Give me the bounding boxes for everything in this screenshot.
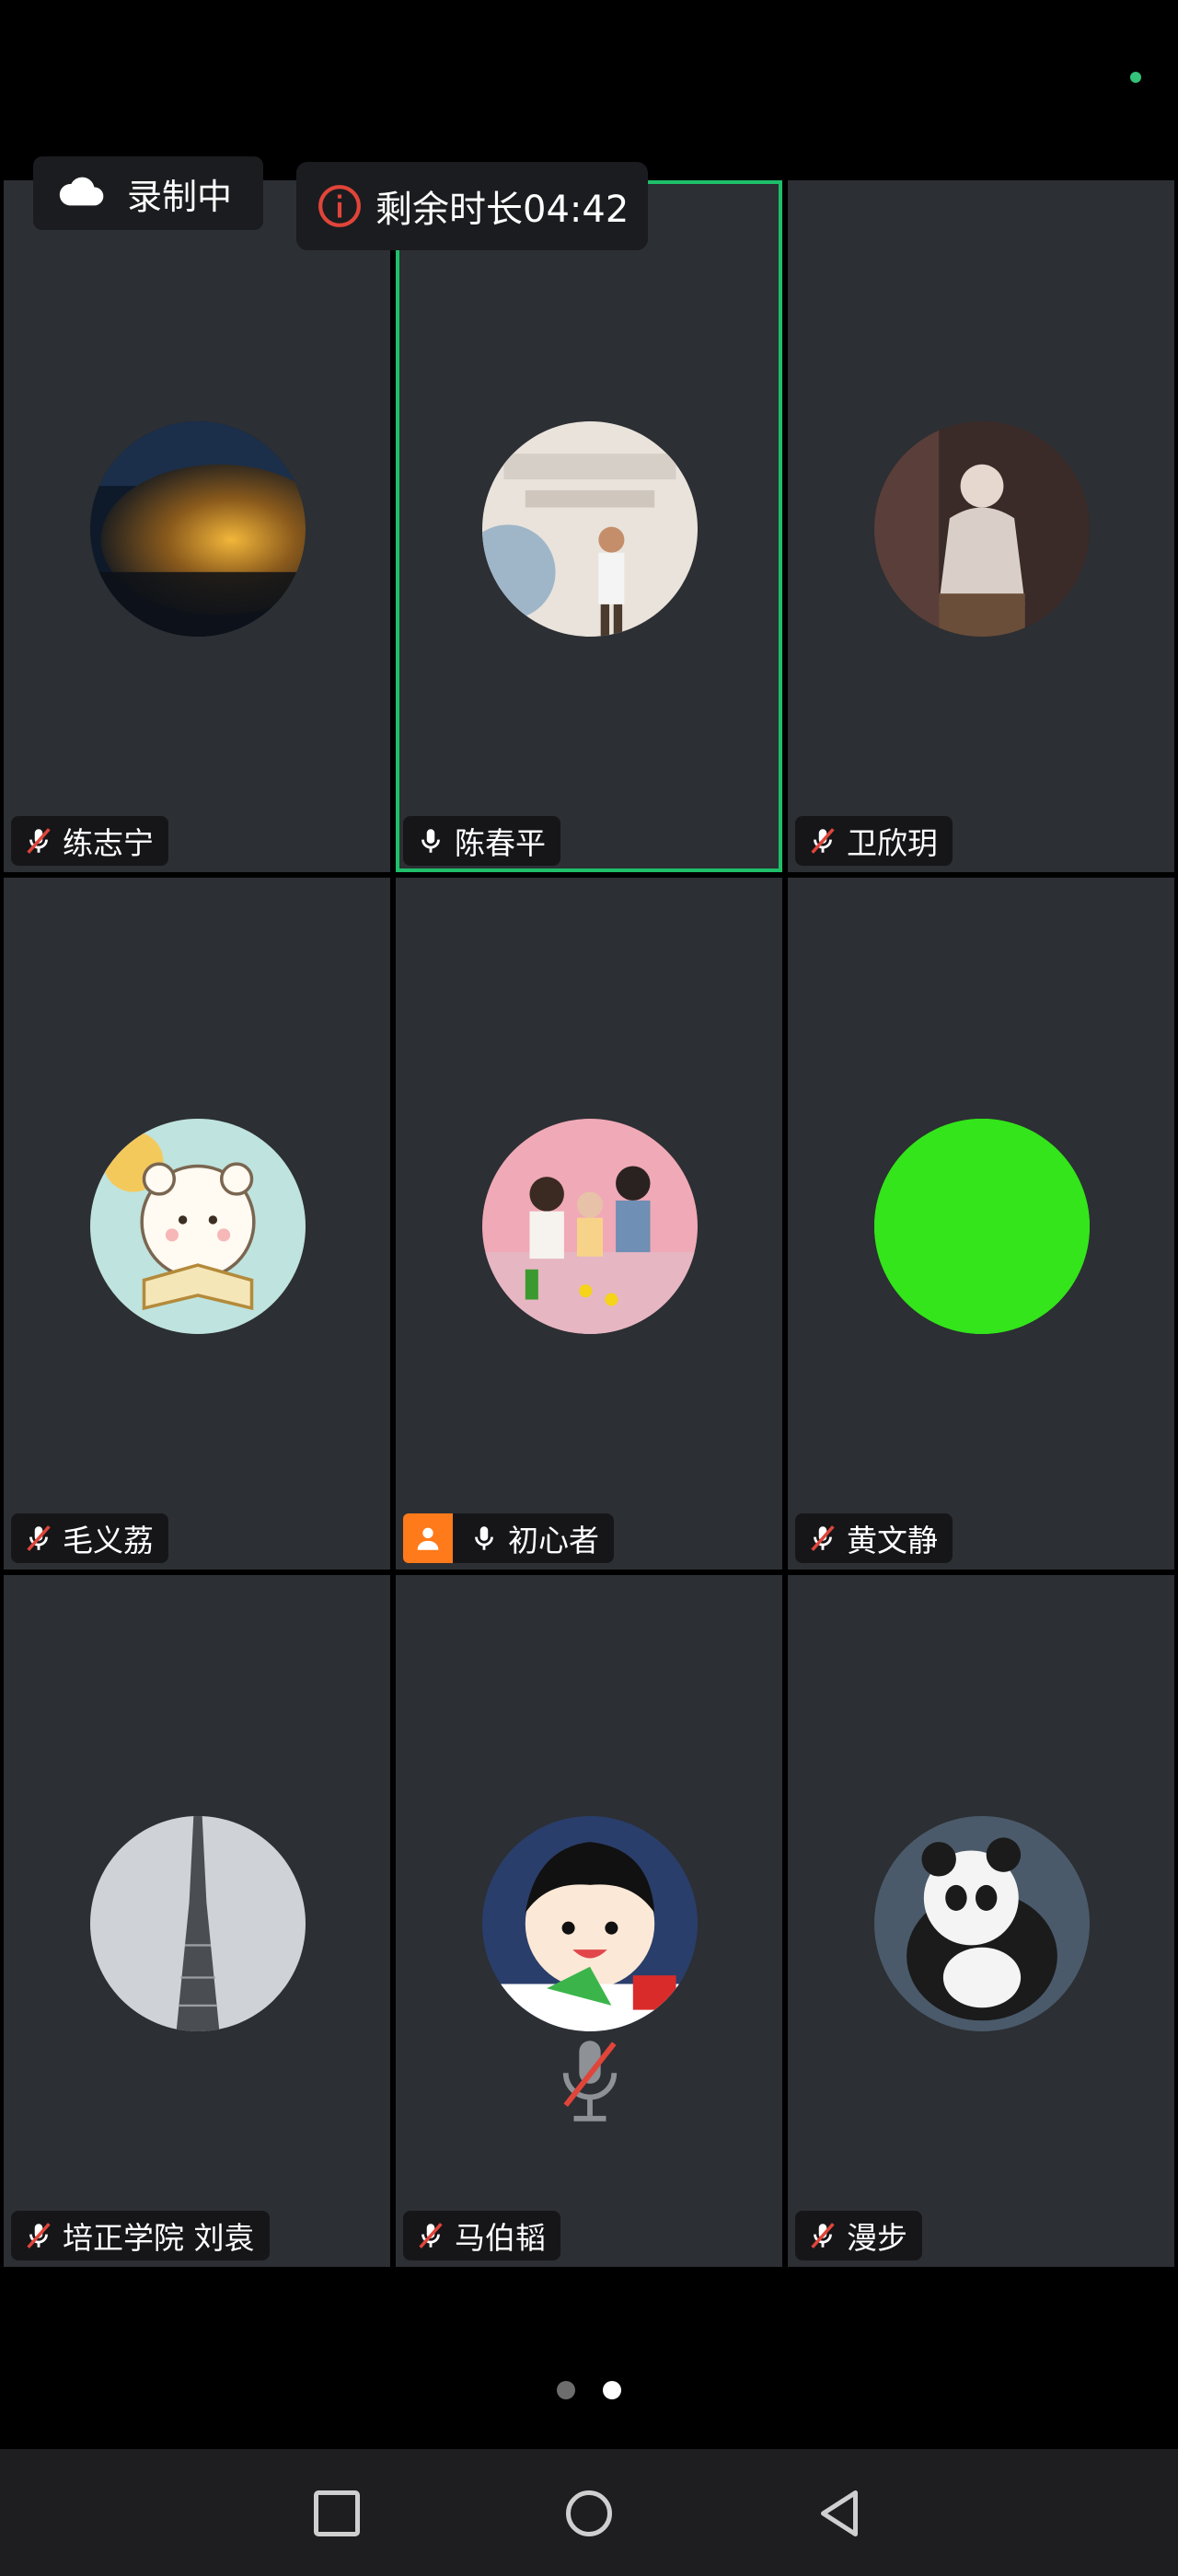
cartoon-boy	[482, 1816, 698, 2031]
participant-name: 陈春平	[455, 825, 546, 861]
cloud-icon	[59, 177, 104, 206]
name-tag: 培正学院 刘袁	[11, 2211, 270, 2260]
recording-label: 录制中	[127, 176, 233, 217]
woman-photo	[874, 421, 1090, 637]
avatar	[90, 421, 306, 637]
mic-muted-icon	[562, 2041, 618, 2122]
participant-grid: 练志宁 陈春平 卫欣玥 毛义荔 初心者 黄文静 培正学院 刘袁 马伯韬 漫步	[0, 180, 1178, 2269]
name-tag: 毛义荔	[11, 1513, 168, 1563]
family-photo	[482, 1119, 698, 1334]
avatar	[90, 1119, 306, 1334]
name-tag: 卫欣玥	[795, 816, 953, 866]
participant-tile[interactable]: 漫步	[788, 1575, 1174, 2267]
page-dot-current[interactable]	[603, 2381, 621, 2399]
panda-plush-photo	[874, 1816, 1090, 2031]
cartoon-bear	[90, 1119, 306, 1334]
triangle-back-icon[interactable]	[812, 2486, 867, 2541]
participant-name: 黄文静	[847, 1523, 938, 1558]
avatar	[874, 1119, 1090, 1334]
participant-tile[interactable]: 练志宁	[4, 180, 390, 872]
camera-indicator-dot	[1130, 72, 1141, 83]
participant-name: 培正学院 刘袁	[63, 2220, 255, 2256]
participant-tile[interactable]: 初心者	[396, 878, 782, 1570]
system-navigation-bar	[0, 2449, 1178, 2576]
mic-muted-icon	[804, 822, 841, 859]
name-tag: 陈春平	[403, 816, 560, 866]
mic-icon	[412, 822, 449, 859]
mic-muted-icon	[20, 2217, 57, 2254]
name-tag: 初心者	[403, 1513, 614, 1563]
mic-muted-icon	[20, 822, 57, 859]
name-tag: 马伯韬	[403, 2211, 560, 2260]
avatar	[482, 1816, 698, 2031]
page-dot[interactable]	[557, 2381, 575, 2399]
participant-tile[interactable]: 黄文静	[788, 878, 1174, 1570]
participant-tile[interactable]: 卫欣玥	[788, 180, 1174, 872]
name-tag: 黄文静	[795, 1513, 953, 1563]
person-icon	[417, 1527, 439, 1550]
participant-tile[interactable]: 毛义荔	[4, 878, 390, 1570]
name-tag: 漫步	[795, 2211, 922, 2260]
avatar	[482, 421, 698, 637]
meeting-screen: 练志宁 陈春平 卫欣玥 毛义荔 初心者 黄文静 培正学院 刘袁 马伯韬 漫步 录…	[0, 0, 1178, 2576]
mic-muted-icon	[804, 1520, 841, 1557]
mic-muted-icon	[804, 2217, 841, 2254]
participant-name: 初心者	[508, 1523, 599, 1558]
circle-icon[interactable]	[561, 2486, 617, 2541]
remaining-time-label: 剩余时长04:42	[375, 189, 629, 231]
participant-name: 卫欣玥	[847, 825, 938, 861]
page-indicator	[0, 2381, 1178, 2399]
mic-muted-icon	[20, 1520, 57, 1557]
mic-muted-icon	[412, 2217, 449, 2254]
participant-name: 马伯韬	[455, 2220, 546, 2256]
green-circle	[874, 1119, 1090, 1334]
remaining-time-badge: 剩余时长04:42	[296, 162, 648, 250]
square-icon[interactable]	[309, 2486, 364, 2541]
swimming-event-photo	[482, 421, 698, 637]
participant-tile[interactable]: 培正学院 刘袁	[4, 1575, 390, 2267]
info-icon	[318, 185, 361, 227]
host-badge	[403, 1513, 453, 1563]
avatar	[90, 1816, 306, 2031]
name-tag: 练志宁	[11, 816, 168, 866]
avatar	[482, 1119, 698, 1334]
participant-tile[interactable]: 马伯韬	[396, 1575, 782, 2267]
participant-tile-active-speaker[interactable]: 陈春平	[396, 180, 782, 872]
participant-name: 漫步	[847, 2220, 907, 2256]
participant-name: 毛义荔	[63, 1523, 154, 1558]
participant-name: 练志宁	[63, 825, 154, 861]
avatar	[874, 421, 1090, 637]
recording-indicator[interactable]: 录制中	[33, 156, 263, 230]
mic-icon	[466, 1520, 502, 1557]
avatar	[874, 1816, 1090, 2031]
night-building-photo	[90, 421, 306, 637]
canton-tower-photo	[90, 1816, 306, 2031]
